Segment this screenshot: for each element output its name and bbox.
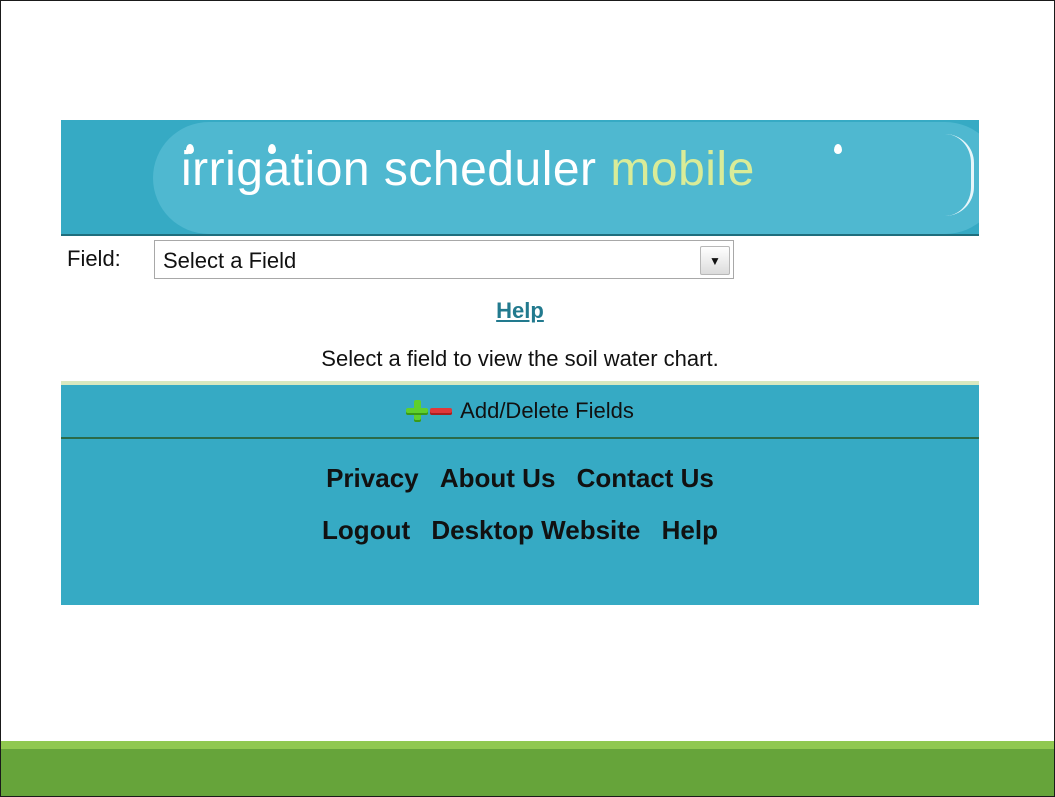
help-link[interactable]: Help [496, 298, 544, 323]
plus-icon [406, 400, 429, 422]
lower-section: Add/Delete Fields Privacy About Us Conta… [61, 381, 979, 605]
footer-link-help[interactable]: Help [662, 515, 718, 545]
footer-link-logout[interactable]: Logout [322, 515, 410, 545]
app-title-main: irrigation scheduler [181, 143, 597, 196]
field-row: Field: Select a Field ▼ [61, 236, 979, 280]
field-select[interactable]: Select a Field ▼ [154, 240, 734, 279]
footer-link-contact-us[interactable]: Contact Us [577, 463, 714, 493]
footer-row-1: Privacy About Us Contact Us [61, 463, 979, 494]
app-title: irrigation scheduler mobile [181, 142, 755, 197]
info-message: Select a field to view the soil water ch… [321, 346, 719, 371]
footer-link-privacy[interactable]: Privacy [326, 463, 419, 493]
app-container: irrigation scheduler mobile Field: Selec… [61, 120, 979, 605]
add-delete-fields-label: Add/Delete Fields [460, 398, 634, 423]
field-select-value: Select a Field [163, 248, 297, 273]
app-title-accent: mobile [610, 143, 755, 196]
app-banner: irrigation scheduler mobile [61, 120, 979, 234]
dropdown-arrow-icon[interactable]: ▼ [700, 246, 730, 275]
footer-link-desktop-website[interactable]: Desktop Website [431, 515, 640, 545]
minus-icon [430, 407, 453, 415]
help-link-container: Help [61, 298, 979, 324]
water-drop-icon [834, 144, 842, 154]
bottom-bar [1, 741, 1054, 796]
bottom-bar-highlight [1, 741, 1054, 749]
footer-link-about-us[interactable]: About Us [440, 463, 556, 493]
add-delete-fields-button[interactable]: Add/Delete Fields [61, 385, 979, 439]
slide-frame: irrigation scheduler mobile Field: Selec… [0, 0, 1055, 797]
footer-row-2: Logout Desktop Website Help [61, 515, 979, 546]
footer-nav: Privacy About Us Contact Us Logout Deskt… [61, 439, 979, 605]
field-label: Field: [67, 246, 121, 271]
